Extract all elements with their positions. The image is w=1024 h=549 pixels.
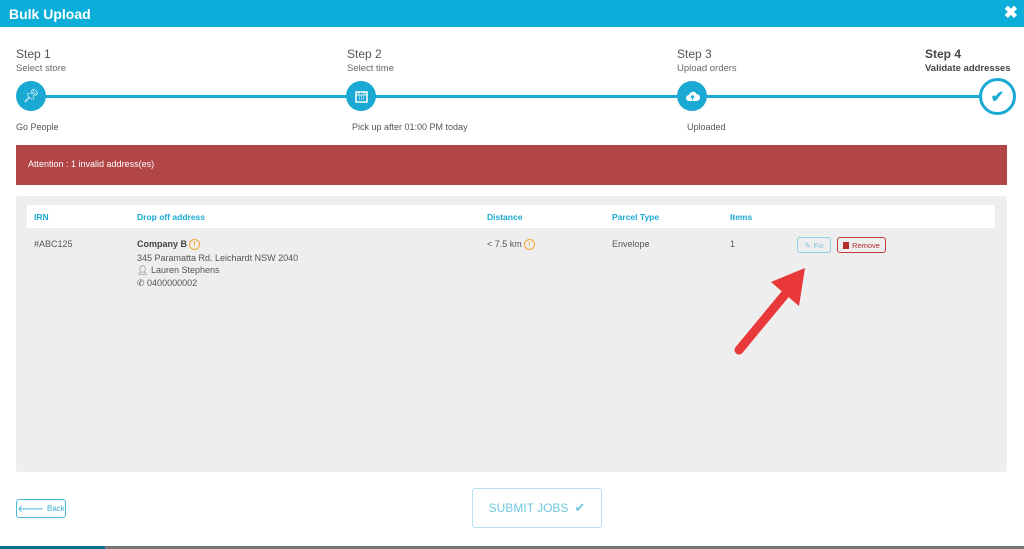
cloud-upload-icon (677, 81, 707, 111)
col-parcel-type: Parcel Type (612, 212, 660, 222)
close-icon[interactable]: ✖ (1004, 3, 1018, 23)
step-2-value: Pick up after 01:00 PM today (352, 122, 468, 132)
row-irn: #ABC125 (34, 239, 73, 249)
edit-icon: ✎ (804, 240, 811, 250)
user-icon: 👤︎ (137, 265, 151, 275)
step-4-title: Step 4 (925, 47, 962, 61)
col-address: Drop off address (137, 212, 206, 222)
progress-line (31, 95, 997, 98)
check-icon: ✔ (574, 500, 586, 515)
step-1-label: Select store (16, 63, 67, 74)
warning-icon: ! (189, 239, 201, 251)
arrow-left-icon: 🡐 (17, 503, 45, 515)
check-icon: ✔ (979, 78, 1016, 115)
alert-banner: Attention : 1 invalid address(es) (16, 145, 1007, 185)
contact-name: Lauren Stephens (150, 265, 220, 275)
phone-icon: ✆ (137, 278, 148, 288)
remove-button[interactable]: Remove (837, 237, 886, 253)
modal-header (0, 0, 1024, 27)
submit-jobs-button[interactable]: SUBMIT JOBS ✔ (472, 488, 602, 528)
step-1-value: Go People (16, 122, 59, 132)
company-name: Company B (137, 239, 188, 249)
step-3-title: Step 3 (677, 47, 712, 61)
row-phone: ✆ 0400000002 (137, 278, 197, 289)
pin-icon: 📌︎ (16, 81, 46, 111)
step-2-label: Select time (347, 63, 394, 74)
step-4-label: Validate addresses (925, 63, 1011, 74)
distance-value: < 7.5 km (487, 239, 522, 249)
step-2-title: Step 2 (347, 47, 382, 61)
warning-icon: ! (523, 239, 535, 251)
row-contact: 👤︎ Lauren Stephens (137, 265, 220, 276)
back-button[interactable]: 🡐 Back (16, 499, 66, 518)
modal-title: Bulk Upload (9, 6, 91, 22)
annotation-arrow (734, 268, 805, 355)
row-distance: < 7.5 km! (487, 239, 535, 251)
fix-label: Fix (813, 240, 824, 250)
step-3-label: Upload orders (677, 63, 737, 74)
row-company: Company B! (137, 239, 201, 251)
back-label: Back (47, 504, 65, 513)
step-1-title: Step 1 (16, 47, 51, 61)
col-items: Items (730, 212, 753, 222)
fix-button[interactable]: ✎ Fix (797, 237, 831, 253)
phone-number: 0400000002 (147, 278, 198, 288)
trash-icon (843, 241, 850, 249)
step-3-value: Uploaded (687, 122, 726, 132)
col-distance: Distance (487, 212, 523, 222)
calendar-icon (346, 81, 376, 111)
row-address: 345 Paramatta Rd. Leichardt NSW 2040 (137, 253, 299, 263)
row-parcel-type: Envelope (612, 239, 650, 249)
submit-label: SUBMIT JOBS (488, 501, 569, 515)
row-items: 1 (730, 239, 736, 249)
remove-label: Remove (852, 240, 880, 250)
col-irn: IRN (34, 212, 49, 222)
